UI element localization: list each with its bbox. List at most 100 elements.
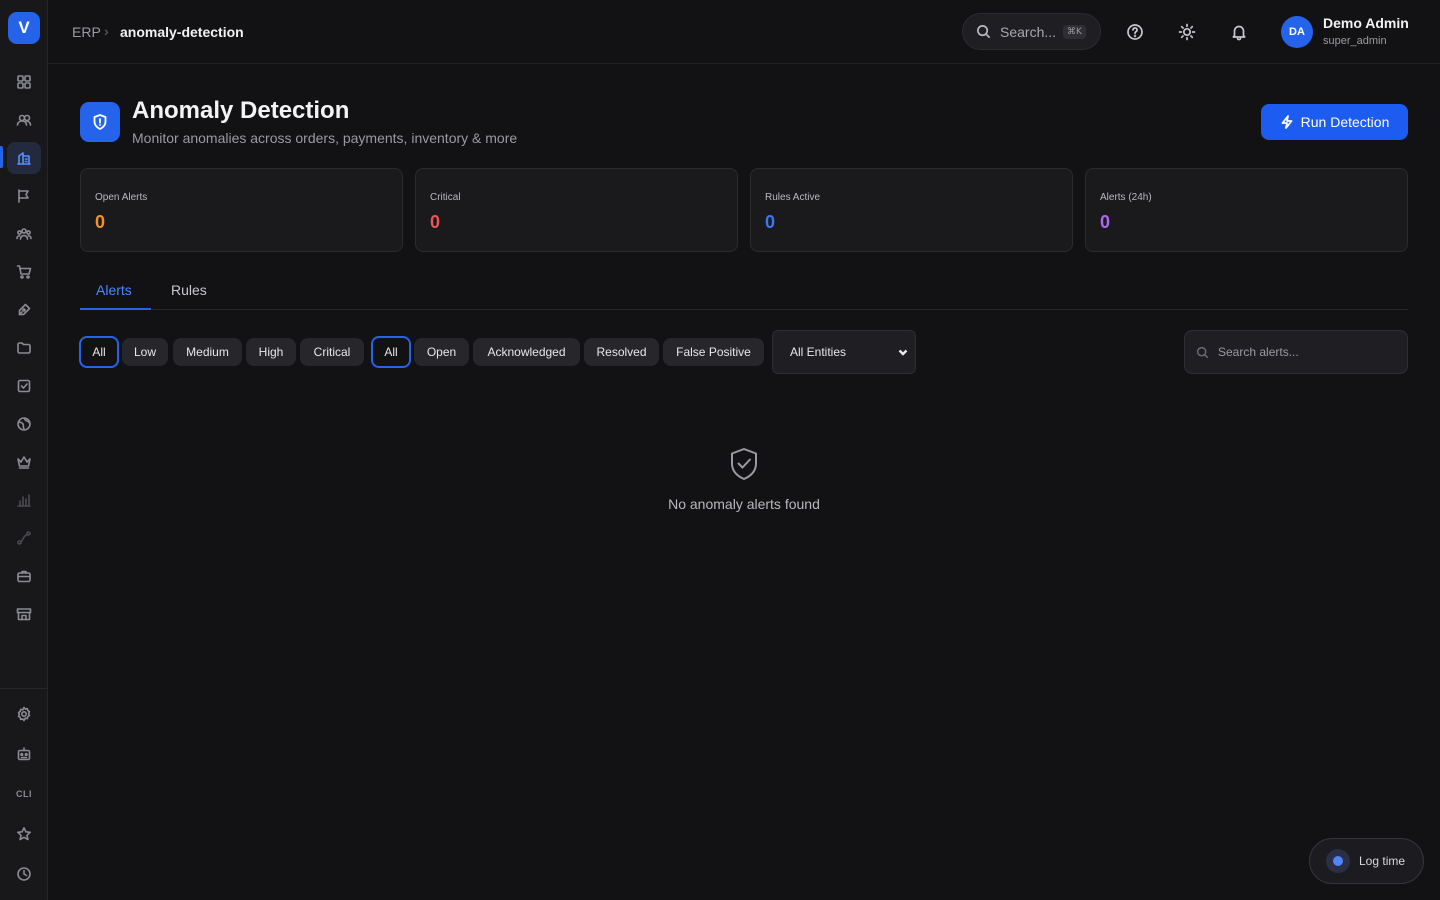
filter-status-acknowledged[interactable]: Acknowledged xyxy=(473,338,580,366)
filter-severity-all[interactable]: All xyxy=(79,336,119,368)
crown-icon xyxy=(17,456,31,469)
run-detection-label: Run Detection xyxy=(1300,114,1390,130)
search-icon xyxy=(977,25,991,39)
store-icon xyxy=(16,608,32,621)
analytics-icon xyxy=(17,152,31,165)
breadcrumb-current: anomaly-detection xyxy=(120,24,244,40)
topbar: ERP › anomaly-detection Search... ⌘K DA … xyxy=(48,0,1440,64)
search-shortcut: ⌘K xyxy=(1063,24,1086,39)
sidebar-item-team[interactable] xyxy=(7,218,41,250)
workflow-icon xyxy=(17,531,31,545)
sidebar-item-tasks[interactable] xyxy=(7,370,41,402)
stat-label: Rules Active xyxy=(765,192,821,203)
page-subtitle: Monitor anomalies across orders, payment… xyxy=(132,130,518,146)
sidebar-item-analytics[interactable] xyxy=(7,142,41,174)
sidebar-item-global[interactable] xyxy=(7,408,41,440)
stat-label: Alerts (24h) xyxy=(1100,192,1152,203)
tab-rules[interactable]: Rules xyxy=(171,282,207,298)
tasks-icon xyxy=(17,379,31,393)
alert-search-placeholder: Search alerts... xyxy=(1218,345,1299,359)
sidebar-item-campaigns[interactable] xyxy=(7,180,41,212)
log-time-button[interactable]: Log time xyxy=(1309,838,1424,884)
sidebar-divider xyxy=(0,688,48,689)
filter-severity-critical[interactable]: Critical xyxy=(300,338,364,366)
entity-select[interactable]: All Entities xyxy=(772,330,916,374)
page-title: Anomaly Detection xyxy=(132,97,350,124)
sidebar-item-settings[interactable] xyxy=(7,698,41,730)
stat-card-critical: Critical 0 xyxy=(415,168,738,252)
cart-icon xyxy=(16,265,32,279)
global-search[interactable]: Search... ⌘K xyxy=(962,13,1101,50)
sidebar-item-dashboard[interactable] xyxy=(7,66,41,98)
filter-severity-high[interactable]: High xyxy=(246,338,296,366)
user-name[interactable]: Demo Admin xyxy=(1323,15,1409,31)
filter-severity-low[interactable]: Low xyxy=(122,338,168,366)
star-icon xyxy=(17,827,31,841)
help-button[interactable] xyxy=(1123,20,1147,44)
log-time-label: Log time xyxy=(1359,854,1406,868)
shield-check-icon xyxy=(728,447,760,481)
active-indicator xyxy=(0,146,3,168)
sidebar-item-design[interactable] xyxy=(7,294,41,326)
app-logo[interactable]: V xyxy=(8,12,40,44)
filter-status-open[interactable]: Open xyxy=(414,338,469,366)
globe-icon xyxy=(17,417,31,431)
entity-select-value: All Entities xyxy=(790,345,847,359)
empty-state-message: No anomaly alerts found xyxy=(668,496,820,512)
team-icon xyxy=(16,228,32,240)
chevron-down-icon xyxy=(897,346,909,358)
sidebar-item-files[interactable] xyxy=(7,332,41,364)
run-detection-button[interactable]: Run Detection xyxy=(1261,104,1408,140)
notifications-button[interactable] xyxy=(1227,20,1251,44)
tab-active-underline xyxy=(80,308,151,310)
sidebar-item-sales[interactable] xyxy=(7,256,41,288)
breadcrumb-separator: › xyxy=(104,23,109,39)
stat-value: 0 xyxy=(765,212,776,232)
sidebar-item-contacts[interactable] xyxy=(7,104,41,136)
breadcrumb-root[interactable]: ERP xyxy=(72,24,101,40)
sidebar-item-cli[interactable]: CLI xyxy=(7,778,41,810)
avatar[interactable]: DA xyxy=(1281,16,1313,48)
folder-icon xyxy=(17,342,31,354)
shield-alert-icon xyxy=(93,114,107,130)
stat-value: 0 xyxy=(95,212,106,232)
sidebar-item-store[interactable] xyxy=(7,598,41,630)
stat-card-rules-active: Rules Active 0 xyxy=(750,168,1073,252)
tab-alerts[interactable]: Alerts xyxy=(96,282,132,298)
briefcase-icon xyxy=(17,570,31,583)
filter-status-all[interactable]: All xyxy=(371,336,411,368)
alert-search-input[interactable]: Search alerts... xyxy=(1184,330,1408,374)
timer-icon xyxy=(1326,849,1350,873)
filter-severity-medium[interactable]: Medium xyxy=(173,338,242,366)
campaign-icon xyxy=(18,189,29,203)
tabs-divider xyxy=(80,309,1408,310)
cli-icon: CLI xyxy=(16,789,32,799)
filter-status-false-positive[interactable]: False Positive xyxy=(663,338,764,366)
grid-icon xyxy=(17,75,31,89)
sidebar-item-hr[interactable] xyxy=(7,560,41,592)
stat-card-alerts-24h: Alerts (24h) 0 xyxy=(1085,168,1408,252)
stat-label: Open Alerts xyxy=(95,192,148,203)
sidebar-item-workflows[interactable] xyxy=(7,522,41,554)
page-icon xyxy=(80,102,120,142)
stat-card-open-alerts: Open Alerts 0 xyxy=(80,168,403,252)
sidebar-item-premium[interactable] xyxy=(7,446,41,478)
help-icon xyxy=(1127,24,1143,40)
sidebar-item-bot[interactable] xyxy=(7,738,41,770)
global-search-placeholder: Search... xyxy=(1000,23,1057,40)
user-role: super_admin xyxy=(1323,35,1387,47)
bot-icon xyxy=(17,747,31,761)
lightning-icon xyxy=(1281,115,1293,129)
search-icon xyxy=(1196,346,1209,358)
filter-status-resolved[interactable]: Resolved xyxy=(584,338,659,366)
stat-value: 0 xyxy=(430,212,441,232)
sidebar-item-favorites[interactable] xyxy=(7,818,41,850)
sidebar: V CLI xyxy=(0,0,48,900)
sidebar-item-history[interactable] xyxy=(7,858,41,890)
stat-value: 0 xyxy=(1100,212,1111,232)
users-icon xyxy=(16,114,32,126)
stat-label: Critical xyxy=(430,192,461,203)
clock-icon xyxy=(17,867,31,881)
theme-toggle-button[interactable] xyxy=(1175,20,1199,44)
design-icon xyxy=(18,303,31,316)
